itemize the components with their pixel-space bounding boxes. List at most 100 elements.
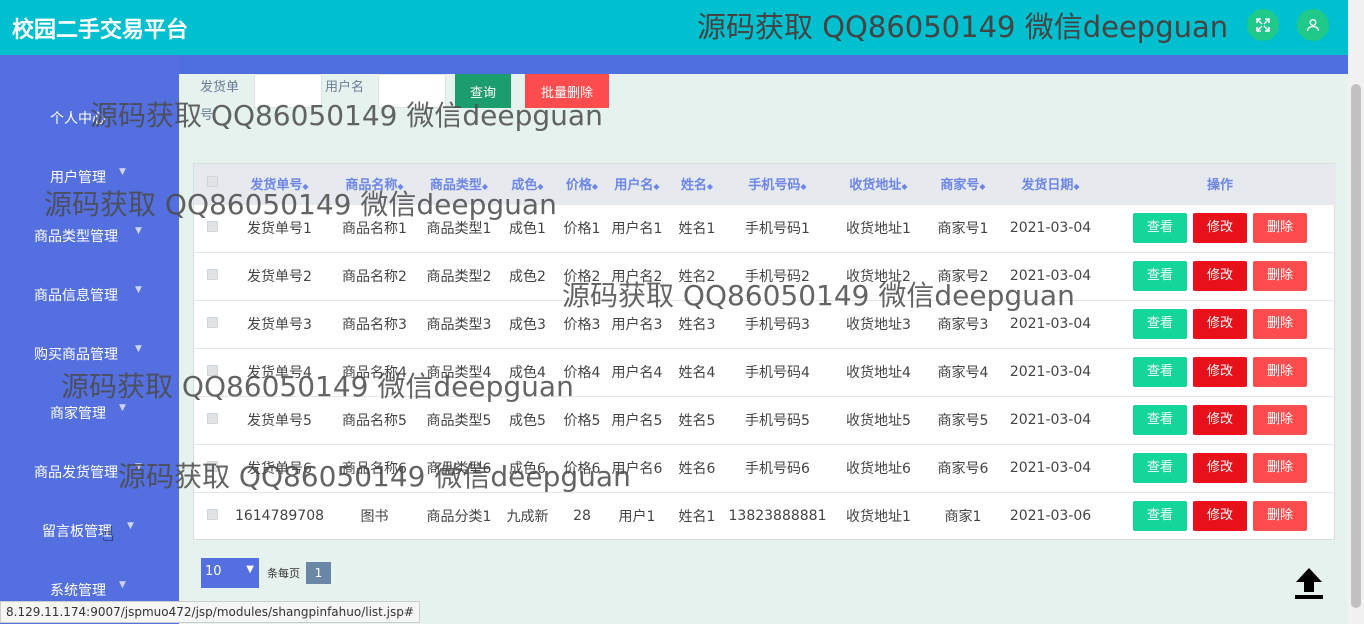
table-cell: 价格2 (563, 269, 601, 285)
batch-delete-button[interactable]: 批量删除 (525, 74, 609, 108)
caret-down-icon: ▼ (119, 580, 126, 590)
caret-down-icon: ▼ (135, 344, 142, 354)
page-size-select[interactable]: 10 ▼ (201, 558, 259, 588)
table-row: 发货单号1 商品名称1 商品类型1 成色1 价格1 用户名1 姓名1 手机号码1 收货地址1 商家… (194, 204, 1336, 252)
view-button[interactable]: 查看 (1133, 453, 1187, 483)
view-button[interactable]: 查看 (1133, 213, 1187, 243)
row-checkbox[interactable] (194, 252, 230, 300)
vertical-scrollbar[interactable] (1348, 0, 1364, 624)
table-cell: 商家号6 (937, 461, 989, 477)
sidebar-item-personal-center[interactable]: 个人中心 (0, 108, 179, 136)
view-button[interactable]: 查看 (1133, 357, 1187, 387)
mouse-pointer-icon: ☝ (102, 522, 115, 546)
row-checkbox[interactable] (194, 300, 230, 348)
table-cell: 商品分类1 (426, 509, 492, 526)
sidebar-item-purchases[interactable]: 购买商品管理 ▼ (0, 344, 179, 372)
username-label: 用户名 (325, 80, 365, 95)
table-row: 发货单号3 商品名称3 商品类型3 成色3 价格3 用户名3 姓名3 手机号码3 收货地址3 商家… (194, 300, 1336, 348)
table-cell: 1614789708 (234, 508, 325, 525)
table-cell: 手机号码1 (745, 221, 810, 237)
delete-button[interactable]: 删除 (1253, 261, 1307, 291)
table-cell: 商家号2 (937, 269, 989, 285)
edit-button[interactable]: 修改 (1193, 405, 1247, 435)
table-cell: 商家1 (944, 509, 982, 526)
sidebar-item-product-info[interactable]: 商品信息管理 ▼ (0, 285, 179, 313)
shipping-no-label: 发货单号 (200, 80, 240, 123)
delete-button[interactable]: 删除 (1253, 357, 1307, 387)
column-header[interactable]: 价格◆ (557, 164, 607, 204)
column-header[interactable]: 商品名称◆ (329, 164, 420, 204)
row-checkbox[interactable] (194, 204, 230, 252)
table-cell: 图书 (360, 509, 389, 526)
sidebar-item-users[interactable]: 用户管理 ▼ (0, 167, 179, 195)
sidebar-item-product-types[interactable]: 商品类型管理 ▼ (0, 226, 179, 254)
delete-button[interactable]: 删除 (1253, 453, 1307, 483)
column-header[interactable]: 发货日期◆ (997, 164, 1104, 204)
table-cell: 发货单号1 (247, 221, 312, 237)
username-input[interactable] (378, 74, 446, 108)
sidebar-item-shipping[interactable]: 商品发货管理 ▼ (0, 462, 179, 490)
row-checkbox[interactable] (194, 348, 230, 396)
table-cell: 手机号码5 (745, 413, 810, 429)
sidebar-item-merchants[interactable]: 商家管理 ▼ (0, 403, 179, 431)
table-cell: 发货单号4 (247, 365, 312, 381)
column-header[interactable]: 收货地址◆ (828, 164, 929, 204)
column-header[interactable]: 姓名◆ (667, 164, 727, 204)
delete-button[interactable]: 删除 (1253, 405, 1307, 435)
shipping-no-input[interactable] (254, 74, 322, 108)
view-button[interactable]: 查看 (1133, 405, 1187, 435)
column-header[interactable]: 用户名◆ (607, 164, 667, 204)
column-header[interactable]: 商品类型◆ (420, 164, 498, 204)
view-button[interactable]: 查看 (1133, 261, 1187, 291)
table-cell: 2021-03-04 (1009, 268, 1092, 284)
table-cell: 商品名称3 (342, 317, 407, 333)
table-cell: 成色3 (509, 317, 546, 333)
table-cell: 价格4 (563, 365, 601, 381)
sidebar-item-label: 系统管理 (50, 583, 106, 599)
column-header[interactable]: 商家号◆ (929, 164, 997, 204)
sort-icon: ◆ (591, 182, 599, 192)
row-checkbox[interactable] (194, 444, 230, 492)
table-cell: 手机号码3 (745, 317, 810, 333)
page-number-button[interactable]: 1 (306, 562, 331, 584)
column-header[interactable]: 手机号码◆ (727, 164, 828, 204)
table-cell: 姓名4 (678, 365, 716, 381)
view-button[interactable]: 查看 (1133, 501, 1187, 532)
row-checkbox[interactable] (194, 492, 230, 540)
query-button[interactable]: 查询 (455, 74, 511, 108)
table-row: 发货单号2 商品名称2 商品类型2 成色2 价格2 用户名2 姓名2 手机号码2 收货地址2 商家… (194, 252, 1336, 300)
edit-button[interactable]: 修改 (1193, 213, 1247, 243)
sort-icon: ◆ (302, 182, 309, 192)
delete-button[interactable]: 删除 (1253, 501, 1307, 532)
delete-button[interactable]: 删除 (1253, 213, 1307, 243)
table-cell: 商家号1 (937, 221, 989, 237)
sidebar-item-label: 购买商品管理 (34, 347, 118, 363)
expand-icon[interactable] (1247, 9, 1279, 41)
delete-button[interactable]: 删除 (1253, 309, 1307, 339)
user-icon[interactable] (1297, 9, 1329, 41)
table-cell: 商品类型4 (426, 365, 492, 381)
caret-down-icon: ▼ (135, 226, 142, 236)
edit-button[interactable]: 修改 (1193, 453, 1247, 483)
view-button[interactable]: 查看 (1133, 309, 1187, 339)
edit-button[interactable]: 修改 (1193, 501, 1247, 532)
column-header[interactable]: 成色◆ (498, 164, 557, 204)
status-url: 8.129.11.174:9007/jspmuo472/jsp/modules/… (0, 601, 420, 623)
sidebar-item-message-board[interactable]: 留言板管理 ▼ (0, 521, 179, 549)
table-cell: 手机号码6 (745, 461, 810, 477)
edit-button[interactable]: 修改 (1193, 357, 1247, 387)
row-actions: 查看 修改 删除 (1104, 204, 1336, 252)
table-cell: 发货单号5 (247, 413, 312, 429)
table-row: 发货单号6 商品名称6 商品类型6 成色6 价格6 用户名6 姓名6 手机号码6 收货地址6 商家… (194, 444, 1336, 492)
table-cell: 姓名3 (678, 317, 716, 333)
edit-button[interactable]: 修改 (1193, 261, 1247, 291)
select-all-checkbox[interactable] (194, 164, 230, 204)
back-to-top-icon[interactable] (1290, 566, 1328, 600)
table-cell: 商家号5 (937, 413, 989, 429)
shipping-table: 发货单号◆ 商品名称◆ 商品类型◆ 成色◆ 价格◆ 用户名◆ 姓名◆ 手机号码◆… (193, 163, 1336, 540)
row-checkbox[interactable] (194, 396, 230, 444)
table-cell: 收货地址6 (846, 461, 911, 477)
edit-button[interactable]: 修改 (1193, 309, 1247, 339)
column-header[interactable]: 发货单号◆ (230, 164, 329, 204)
table-cell: 商品类型6 (426, 461, 492, 477)
